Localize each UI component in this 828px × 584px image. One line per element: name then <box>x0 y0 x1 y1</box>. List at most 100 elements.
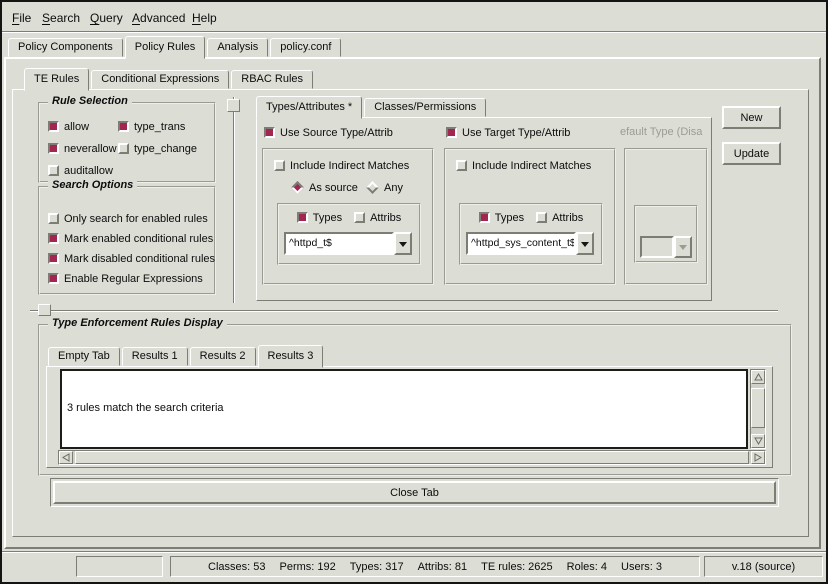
tab-rbac-rules[interactable]: RBAC Rules <box>231 70 313 89</box>
tab-te-rules[interactable]: TE Rules <box>24 68 89 91</box>
blank-line <box>67 443 746 449</box>
checkbox-indicator <box>118 121 129 132</box>
tab-policy-rules[interactable]: Policy Rules <box>125 36 206 59</box>
checkbox-type-change[interactable]: type_change <box>118 142 197 155</box>
radio-any[interactable]: Any <box>366 181 403 194</box>
results-horizontal-scrollbar[interactable] <box>58 450 766 465</box>
search-options-title: Search Options <box>48 179 137 191</box>
checkbox-indicator <box>48 213 59 224</box>
default-type-dropdown-button <box>674 236 692 258</box>
checkbox-mark-enabled[interactable]: Mark enabled conditional rules <box>48 232 213 245</box>
checkbox-indicator <box>479 212 490 223</box>
tab-results-1[interactable]: Results 1 <box>122 347 188 366</box>
criteria-tabbar: Types/Attributes * Classes/Permissions <box>256 96 486 119</box>
scroll-up-button[interactable] <box>751 370 765 384</box>
results-tabbar: Empty Tab Results 1 Results 2 Results 3 <box>48 345 323 368</box>
menubar: File Search Query Advanced Help <box>2 2 826 31</box>
chevron-down-icon <box>679 245 687 254</box>
checkbox-label: Include Indirect Matches <box>290 160 409 172</box>
checkbox-indicator <box>48 273 59 284</box>
checkbox-source-indirect[interactable]: Include Indirect Matches <box>274 159 409 172</box>
menu-search[interactable]: Search <box>42 11 80 26</box>
checkbox-enabled-only[interactable]: Only search for enabled rules <box>48 212 208 225</box>
statusbar-separator <box>2 551 826 553</box>
horizontal-sash-handle[interactable] <box>38 304 51 316</box>
source-type-entry[interactable]: ^httpd_t$ <box>284 232 394 255</box>
results-textarea[interactable]: 3 rules match the search criteria (5822)… <box>60 369 748 449</box>
scroll-right-button[interactable] <box>751 451 765 464</box>
scroll-thumb[interactable] <box>751 388 765 428</box>
checkbox-type-trans[interactable]: type_trans <box>118 120 185 133</box>
update-button[interactable]: Update <box>722 142 781 165</box>
menu-query[interactable]: Query <box>90 11 123 26</box>
radio-as-source[interactable]: As source <box>291 181 358 194</box>
chevron-down-icon <box>399 242 407 251</box>
rule-selection-title: Rule Selection <box>48 95 132 107</box>
target-type-entry[interactable]: ^httpd_sys_content_t$ <box>466 232 576 255</box>
checkbox-label: allow <box>64 121 89 133</box>
triangle-right-icon <box>754 453 762 462</box>
stat-attribs: Attribs: 81 <box>418 561 468 573</box>
checkbox-use-source[interactable]: Use Source Type/Attrib <box>264 126 393 139</box>
checkbox-label: Mark enabled conditional rules <box>64 233 213 245</box>
checkbox-target-attribs[interactable]: Attribs <box>536 211 583 224</box>
tab-policy-conf[interactable]: policy.conf <box>270 38 341 57</box>
tab-analysis[interactable]: Analysis <box>207 38 268 57</box>
stat-classes: Classes: 53 <box>208 561 265 573</box>
checkbox-indicator <box>274 160 285 171</box>
checkbox-label: Attribs <box>552 212 583 224</box>
tab-results-2[interactable]: Results 2 <box>190 347 256 366</box>
checkbox-mark-disabled[interactable]: Mark disabled conditional rules <box>48 252 215 265</box>
tab-policy-components[interactable]: Policy Components <box>8 38 123 57</box>
checkbox-auditallow[interactable]: auditallow <box>48 164 113 177</box>
checkbox-label: Only search for enabled rules <box>64 213 208 225</box>
checkbox-label: Types <box>313 212 342 224</box>
triangle-down-icon <box>754 437 763 445</box>
source-types-row: Types Attribs <box>277 211 421 224</box>
status-version-panel: v.18 (source) <box>704 556 823 577</box>
results-summary: 3 rules match the search criteria <box>67 401 746 415</box>
checkbox-regex[interactable]: Enable Regular Expressions <box>48 272 203 285</box>
checkbox-indicator <box>456 160 467 171</box>
checkbox-source-types[interactable]: Types <box>297 211 342 224</box>
source-type-dropdown-button[interactable] <box>394 232 412 255</box>
checkbox-indicator <box>118 143 129 154</box>
scroll-thumb[interactable] <box>75 451 749 464</box>
results-vertical-scrollbar[interactable] <box>750 369 766 449</box>
status-empty-panel <box>76 556 163 577</box>
scroll-left-button[interactable] <box>59 451 73 464</box>
vertical-sash-handle[interactable] <box>227 99 240 112</box>
close-tab-button[interactable]: Close Tab <box>53 481 776 504</box>
menubar-separator <box>2 31 826 33</box>
checkbox-indicator <box>48 165 59 176</box>
checkbox-target-indirect[interactable]: Include Indirect Matches <box>456 159 591 172</box>
main-tabbar: Policy Components Policy Rules Analysis … <box>8 36 341 59</box>
menu-file[interactable]: File <box>12 11 31 26</box>
stat-perms: Perms: 192 <box>280 561 336 573</box>
tab-cond-expr[interactable]: Conditional Expressions <box>91 70 229 89</box>
checkbox-source-attribs[interactable]: Attribs <box>354 211 401 224</box>
checkbox-allow[interactable]: allow <box>48 120 89 133</box>
tab-classes-permissions[interactable]: Classes/Permissions <box>364 98 486 117</box>
menu-help[interactable]: Help <box>192 11 217 26</box>
checkbox-label: Use Target Type/Attrib <box>462 127 570 139</box>
stat-te-rules: TE rules: 2625 <box>481 561 553 573</box>
rules-tabbar: TE Rules Conditional Expressions RBAC Ru… <box>24 68 313 91</box>
menu-advanced[interactable]: Advanced <box>132 11 185 26</box>
tab-results-3[interactable]: Results 3 <box>258 345 324 368</box>
new-button[interactable]: New <box>722 106 781 129</box>
tab-empty[interactable]: Empty Tab <box>48 347 120 366</box>
triangle-up-icon <box>754 373 763 381</box>
checkbox-label: Enable Regular Expressions <box>64 273 203 285</box>
checkbox-target-types[interactable]: Types <box>479 211 524 224</box>
scroll-down-button[interactable] <box>751 434 765 448</box>
horizontal-sash-line <box>30 310 778 312</box>
checkbox-indicator <box>536 212 547 223</box>
target-type-combobox: ^httpd_sys_content_t$ <box>466 232 594 255</box>
tab-types-attributes[interactable]: Types/Attributes * <box>256 96 362 119</box>
checkbox-use-target[interactable]: Use Target Type/Attrib <box>446 126 570 139</box>
checkbox-label: neverallow <box>64 143 117 155</box>
target-type-dropdown-button[interactable] <box>576 232 594 255</box>
results-title: Type Enforcement Rules Display <box>48 317 227 329</box>
checkbox-neverallow[interactable]: neverallow <box>48 142 117 155</box>
